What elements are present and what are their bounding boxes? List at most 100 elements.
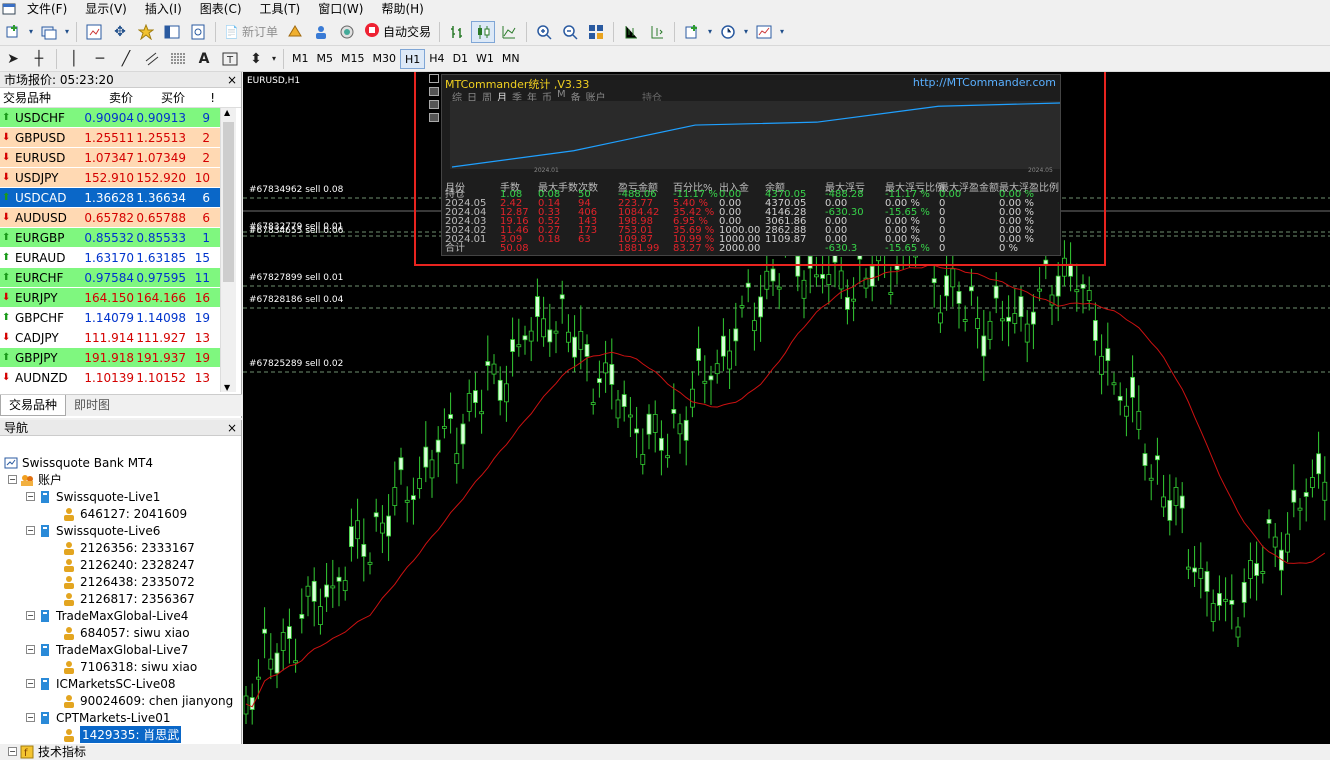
scroll-down-icon[interactable]: ▼ xyxy=(224,383,230,392)
order-line-label[interactable]: #67828186 sell 0.04 xyxy=(249,295,343,305)
collapse-icon[interactable]: − xyxy=(26,645,35,654)
autoscroll-icon[interactable] xyxy=(645,21,669,43)
col-symbol-header[interactable]: 交易品种 xyxy=(0,89,84,106)
collapse-icon[interactable]: − xyxy=(26,492,35,501)
dropdown-arrow-icon[interactable]: ▾ xyxy=(270,48,278,70)
dropdown-arrow-icon[interactable]: ▾ xyxy=(27,21,35,43)
tree-node[interactable]: − f 技术指标 xyxy=(8,743,86,760)
scroll-up-icon[interactable]: ▲ xyxy=(224,108,230,117)
line-chart-icon[interactable] xyxy=(497,21,521,43)
close-icon[interactable]: × xyxy=(227,73,237,87)
app-icon[interactable] xyxy=(0,0,18,18)
text-label-icon[interactable]: T xyxy=(218,48,242,70)
tree-node[interactable]: − Swissquote-Live6 xyxy=(26,522,160,539)
market-watch-row[interactable]: ⬇ AUDUSD 0.65782 0.65788 6 xyxy=(0,208,220,228)
order-line-label[interactable]: #67834962 sell 0.08 xyxy=(249,185,343,195)
tree-node[interactable]: − TradeMaxGlobal-Live7 xyxy=(26,641,188,658)
bar-chart-icon[interactable] xyxy=(445,21,469,43)
metaeditor-icon[interactable] xyxy=(283,21,307,43)
collapse-icon[interactable]: − xyxy=(26,713,35,722)
tree-node[interactable]: − TradeMaxGlobal-Live4 xyxy=(26,607,188,624)
tree-node[interactable]: − Swissquote-Live1 xyxy=(26,488,160,505)
market-watch-row[interactable]: ⬇ CADJPY 111.914 111.927 13 xyxy=(0,328,220,348)
collapse-icon[interactable]: − xyxy=(8,475,17,484)
zoom-in-icon[interactable] xyxy=(532,21,556,43)
signals-icon[interactable] xyxy=(309,21,333,43)
profiles-icon[interactable] xyxy=(37,21,61,43)
tree-node[interactable]: 2126240: 2328247 xyxy=(62,556,195,573)
tree-node[interactable]: Swissquote Bank MT4 xyxy=(4,454,153,471)
timeframe-m1[interactable]: M1 xyxy=(288,49,313,69)
zoom-out-icon[interactable] xyxy=(558,21,582,43)
market-watch-row[interactable]: ⬆ EURCHF 0.97584 0.97595 11 xyxy=(0,268,220,288)
menu-file[interactable]: 文件(F) xyxy=(18,0,76,18)
cursor-icon[interactable]: ➤ xyxy=(1,48,25,70)
collapse-icon[interactable]: − xyxy=(26,679,35,688)
tile-windows-icon[interactable] xyxy=(584,21,608,43)
menu-help[interactable]: 帮助(H) xyxy=(372,0,432,18)
vertical-scrollbar[interactable]: ▲ ▼ xyxy=(220,108,236,392)
menu-tools[interactable]: 工具(T) xyxy=(251,0,310,18)
chart-window[interactable]: EURUSD,H1 #67834962 sell 0.08 #67832779 s… xyxy=(243,72,1330,744)
timeframe-m30[interactable]: M30 xyxy=(369,49,401,69)
data-window-icon[interactable]: ✥ xyxy=(108,21,132,43)
arrows-icon[interactable]: ⬍ xyxy=(244,48,268,70)
market-watch-row[interactable]: ⬇ USDJPY 152.910 152.920 10 xyxy=(0,168,220,188)
indicators-icon[interactable] xyxy=(680,21,704,43)
tree-node[interactable]: 7106318: siwu xiao xyxy=(62,658,197,675)
market-watch-row[interactable]: ⬆ EURGBP 0.85532 0.85533 1 xyxy=(0,228,220,248)
col-spread-header[interactable]: ! xyxy=(188,91,218,105)
order-line-label[interactable]: #67825289 sell 0.02 xyxy=(249,359,343,369)
tree-node[interactable]: 646127: 2041609 xyxy=(62,505,187,522)
dropdown-arrow-icon[interactable]: ▾ xyxy=(742,21,750,43)
timeframe-m15[interactable]: M15 xyxy=(337,49,369,69)
tree-node[interactable]: 2126817: 2356367 xyxy=(62,590,195,607)
auto-trading-button[interactable]: 自动交易 xyxy=(360,21,435,43)
timeframe-m5[interactable]: M5 xyxy=(313,49,338,69)
collapse-icon[interactable]: − xyxy=(8,747,17,756)
tree-node[interactable]: 1429335: 肖思武 xyxy=(62,726,182,743)
navigator-icon[interactable] xyxy=(134,21,158,43)
new-chart-icon[interactable] xyxy=(1,21,25,43)
market-watch-row[interactable]: ⬆ USDCAD 1.36628 1.36634 6 xyxy=(0,188,220,208)
vertical-line-icon[interactable]: │ xyxy=(62,48,86,70)
market-watch-icon[interactable] xyxy=(82,21,106,43)
horizontal-line-icon[interactable]: ─ xyxy=(88,48,112,70)
dropdown-arrow-icon[interactable]: ▾ xyxy=(706,21,714,43)
timeframe-w1[interactable]: W1 xyxy=(472,49,498,69)
timeframe-d1[interactable]: D1 xyxy=(449,49,472,69)
new-order-button[interactable]: 📄 新订单 xyxy=(220,21,282,43)
tree-node[interactable]: 2126438: 2335072 xyxy=(62,573,195,590)
tab-tick-chart[interactable]: 即时图 xyxy=(66,395,118,416)
market-watch-row[interactable]: ⬇ GBPUSD 1.25511 1.25513 2 xyxy=(0,128,220,148)
market-watch-row[interactable]: ⬇ EURJPY 164.150 164.166 16 xyxy=(0,288,220,308)
menu-insert[interactable]: 插入(I) xyxy=(136,0,191,18)
menu-view[interactable]: 显示(V) xyxy=(76,0,136,18)
col-bid-header[interactable]: 卖价 xyxy=(84,89,136,106)
tree-node[interactable]: − 账户 xyxy=(8,471,62,488)
tree-node[interactable]: − ICMarketsSC-Live08 xyxy=(26,675,176,692)
equidistant-channel-icon[interactable] xyxy=(140,48,164,70)
tab-symbols[interactable]: 交易品种 xyxy=(0,395,67,416)
templates-icon[interactable] xyxy=(752,21,776,43)
tree-node[interactable]: 684057: siwu xiao xyxy=(62,624,190,641)
dropdown-arrow-icon[interactable]: ▾ xyxy=(63,21,71,43)
timeframe-h4[interactable]: H4 xyxy=(425,49,448,69)
fibonacci-icon[interactable] xyxy=(166,48,190,70)
terminal-icon[interactable] xyxy=(160,21,184,43)
tester-icon[interactable] xyxy=(186,21,210,43)
market-watch-row[interactable]: ⬆ USDCHF 0.90904 0.90913 9 xyxy=(0,108,220,128)
market-watch-row[interactable]: ⬆ GBPCHF 1.14079 1.14098 19 xyxy=(0,308,220,328)
close-icon[interactable]: × xyxy=(227,421,237,435)
scrollbar-thumb[interactable] xyxy=(223,122,234,282)
timeframe-mn[interactable]: MN xyxy=(498,49,524,69)
market-watch-row[interactable]: ⬇ AUDNZD 1.10139 1.10152 13 xyxy=(0,368,220,388)
col-ask-header[interactable]: 买价 xyxy=(136,89,188,106)
chart-shift-icon[interactable] xyxy=(619,21,643,43)
market-watch-row[interactable]: ⬆ EURAUD 1.63170 1.63185 15 xyxy=(0,248,220,268)
collapse-icon[interactable]: − xyxy=(26,611,35,620)
timeframe-h1[interactable]: H1 xyxy=(400,48,426,69)
order-line-label[interactable]: #67834655 sell 0.06 xyxy=(249,226,343,236)
candlestick-icon[interactable] xyxy=(470,20,495,43)
dropdown-arrow-icon[interactable]: ▾ xyxy=(778,21,786,43)
